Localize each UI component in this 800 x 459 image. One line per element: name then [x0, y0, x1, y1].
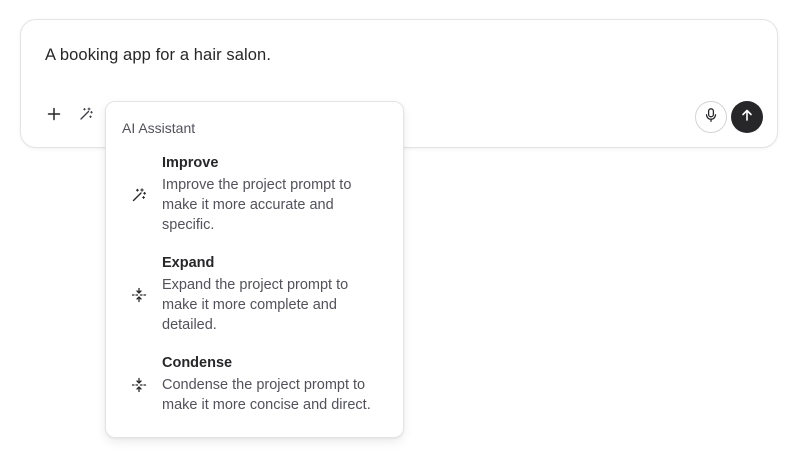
- menu-item-description: Improve the project prompt to make it mo…: [162, 177, 352, 233]
- arrow-up-icon: [739, 107, 755, 128]
- menu-item-title: Expand: [162, 255, 215, 271]
- menu-item-description: Condense the project prompt to make it m…: [162, 377, 371, 413]
- menu-item-condense[interactable]: Condense Condense the project prompt to …: [112, 355, 397, 417]
- menu-item-title: Condense: [162, 355, 233, 371]
- magic-wand-icon: [78, 106, 94, 127]
- microphone-icon: [703, 107, 719, 128]
- microphone-button[interactable]: [695, 101, 727, 133]
- add-button[interactable]: [40, 102, 68, 130]
- menu-item-description: Expand the project prompt to make it mor…: [162, 277, 349, 333]
- condense-icon: [130, 376, 148, 394]
- expand-icon: [130, 286, 148, 304]
- ai-assistant-menu: AI Assistant Improve Improve the project…: [105, 101, 404, 438]
- magic-wand-icon: [130, 186, 148, 204]
- ai-assistant-button[interactable]: [72, 102, 100, 130]
- menu-heading: AI Assistant: [122, 120, 196, 136]
- menu-item-title: Improve: [162, 155, 219, 171]
- menu-item-improve[interactable]: Improve Improve the project prompt to ma…: [112, 155, 397, 237]
- send-button[interactable]: [731, 101, 763, 133]
- prompt-input[interactable]: A booking app for a hair salon.: [45, 46, 271, 65]
- plus-icon: [46, 106, 62, 127]
- page: A booking app for a hair salon. AI Assis…: [0, 0, 800, 459]
- menu-item-expand[interactable]: Expand Expand the project prompt to make…: [112, 255, 397, 337]
